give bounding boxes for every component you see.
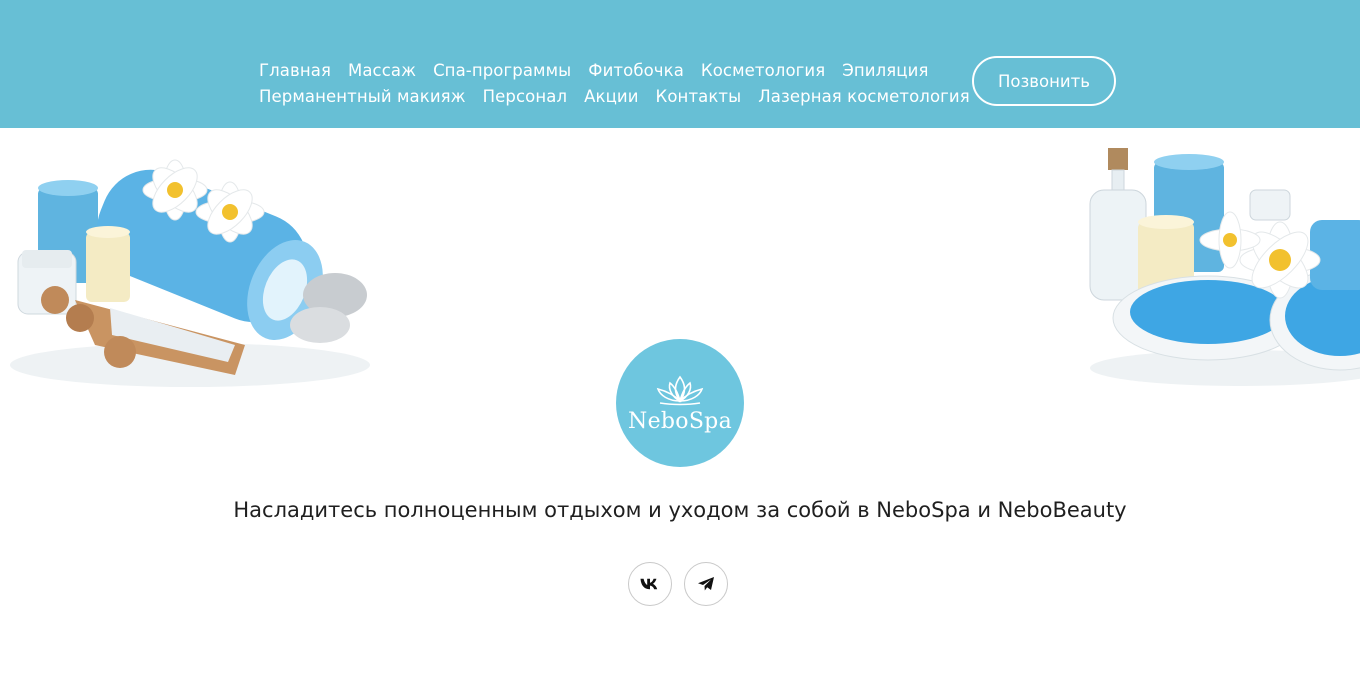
nav-row-2: Перманентный макияж Персонал Акции Конта… <box>259 83 970 109</box>
telegram-icon <box>698 577 714 591</box>
nav-link-spa-programs[interactable]: Спа-программы <box>433 61 571 80</box>
spa-decoration-left-image <box>10 159 370 387</box>
vk-link[interactable] <box>628 562 672 606</box>
nav-link-phytobarrel[interactable]: Фитобочка <box>588 61 684 80</box>
nav-row-1: Главная Массаж Спа-программы Фитобочка К… <box>259 57 959 83</box>
nebospa-logo: NeboSpa <box>616 339 744 467</box>
social-links <box>628 562 728 606</box>
nav-link-permanent-makeup[interactable]: Перманентный макияж <box>259 87 466 106</box>
call-button[interactable]: Позвонить <box>972 56 1116 106</box>
nav-link-epilation[interactable]: Эпиляция <box>842 61 928 80</box>
nav-link-staff[interactable]: Персонал <box>483 87 567 106</box>
site-header: Главная Массаж Спа-программы Фитобочка К… <box>0 0 1360 128</box>
logo-text: NeboSpa <box>628 408 732 434</box>
vk-icon <box>640 578 658 590</box>
tagline: Насладитесь полноценным отдыхом и уходом… <box>233 498 1127 522</box>
nav-link-contacts[interactable]: Контакты <box>656 87 742 106</box>
nav-link-massage[interactable]: Массаж <box>348 61 416 80</box>
nav-link-home[interactable]: Главная <box>259 61 331 80</box>
spa-decoration-right-image <box>1089 148 1360 386</box>
nav-link-promotions[interactable]: Акции <box>584 87 638 106</box>
main-nav: Главная Массаж Спа-программы Фитобочка К… <box>259 57 970 109</box>
nav-link-laser-cosmetology[interactable]: Лазерная косметология <box>758 87 969 106</box>
lotus-icon <box>656 375 704 405</box>
nav-link-cosmetology[interactable]: Косметология <box>701 61 825 80</box>
telegram-link[interactable] <box>684 562 728 606</box>
